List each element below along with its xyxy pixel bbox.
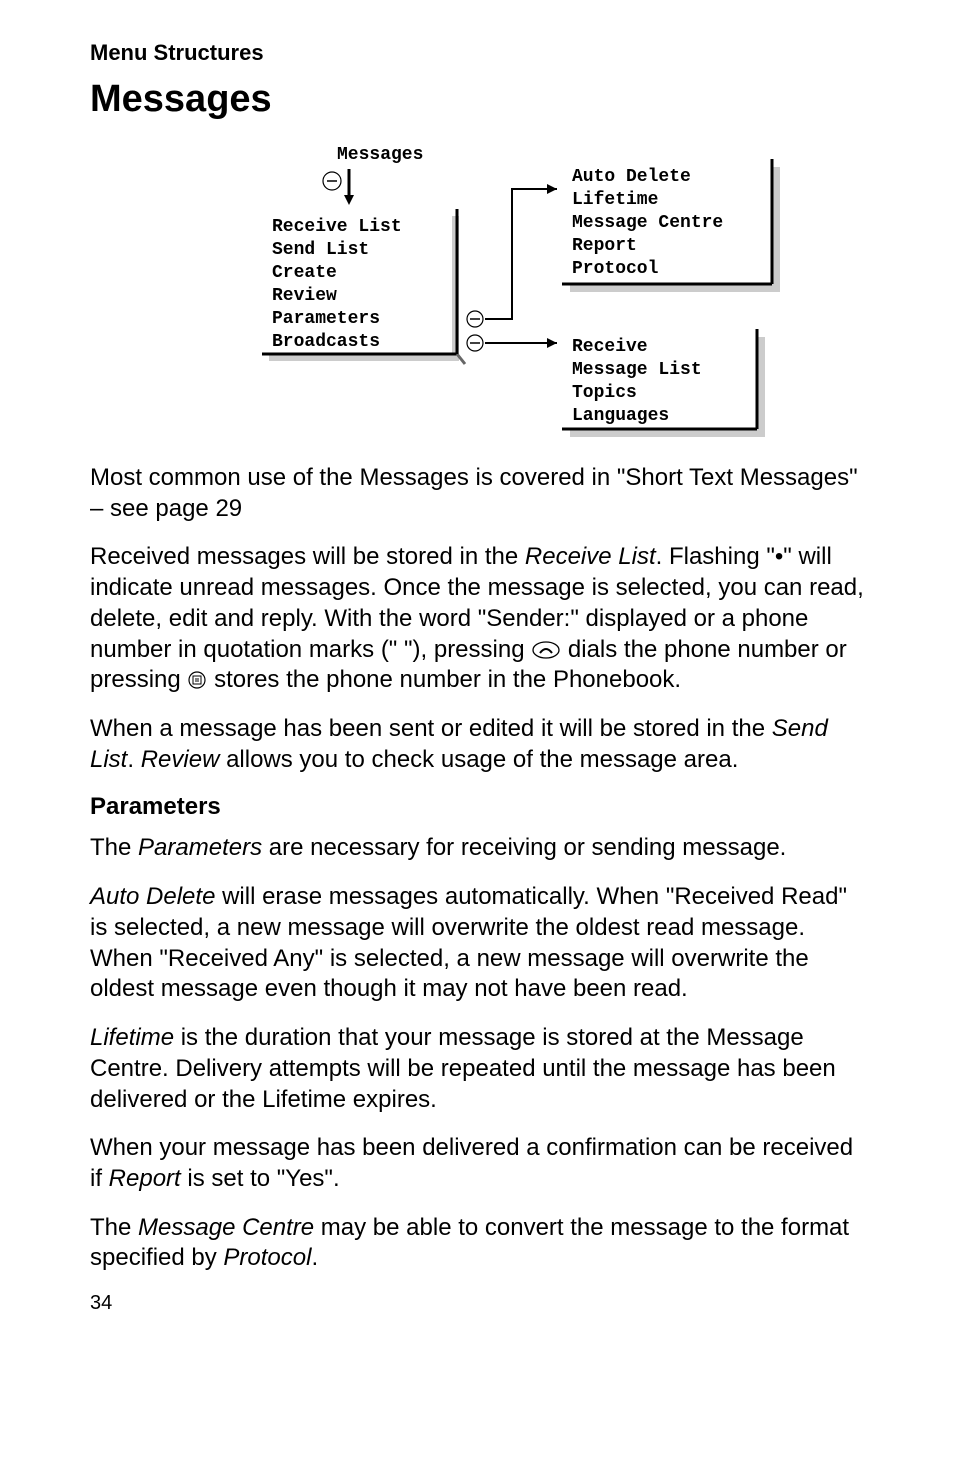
tr-item-3: Report <box>572 236 637 256</box>
p8-message-centre: Message Centre <box>138 1214 314 1241</box>
p8-text-e: . <box>311 1244 318 1271</box>
diagram-bottom-right-box: Receive Message List Topics Languages <box>562 329 765 437</box>
diagram-top-label: Messages <box>337 145 423 165</box>
p6-text-b: is the duration that your message is sto… <box>90 1024 836 1112</box>
messages-diagram: Messages Receive List Send List Create R… <box>157 139 797 439</box>
call-icon <box>531 640 561 660</box>
p2-text-a: Received messages will be stored in the <box>90 543 525 570</box>
paragraph-7: When your message has been delivered a c… <box>90 1133 864 1194</box>
p3-text-c: . <box>127 746 140 773</box>
p4-text-c: are necessary for receiving or sending m… <box>262 834 786 861</box>
select-icon-parameters <box>467 311 483 327</box>
tr-item-4: Protocol <box>572 259 659 279</box>
p8-protocol: Protocol <box>223 1244 311 1271</box>
p5-auto-delete: Auto Delete <box>90 883 215 910</box>
p3-text-e: allows you to check usage of the message… <box>219 746 738 773</box>
paragraph-1: Most common use of the Messages is cover… <box>90 463 864 524</box>
tr-item-1: Lifetime <box>572 190 658 210</box>
subhead-parameters: Parameters <box>90 793 864 821</box>
diagram-top-right-box: Auto Delete Lifetime Message Centre Repo… <box>562 159 780 292</box>
paragraph-8: The Message Centre may be able to conver… <box>90 1213 864 1274</box>
left-item-4: Parameters <box>272 309 380 329</box>
paragraph-4: The Parameters are necessary for receivi… <box>90 833 864 864</box>
left-item-1: Send List <box>272 240 369 260</box>
paragraph-5: Auto Delete will erase messages automati… <box>90 882 864 1005</box>
paragraph-2: Received messages will be stored in the … <box>90 542 864 696</box>
left-item-0: Receive List <box>272 217 402 237</box>
p4-text-a: The <box>90 834 138 861</box>
p6-lifetime: Lifetime <box>90 1024 174 1051</box>
page-header: Menu Structures <box>90 40 864 66</box>
br-item-3: Languages <box>572 406 669 426</box>
left-item-2: Create <box>272 263 337 283</box>
diagram-left-box: Receive List Send List Create Review Par… <box>262 209 465 364</box>
p4-parameters: Parameters <box>138 834 262 861</box>
select-icon <box>323 172 341 190</box>
page-number: 34 <box>90 1292 864 1315</box>
left-item-5: Broadcasts <box>272 332 380 352</box>
br-item-1: Message List <box>572 360 702 380</box>
select-icon-broadcasts <box>467 335 483 351</box>
br-item-0: Receive <box>572 337 648 357</box>
page-title: Messages <box>90 78 864 121</box>
p3-review: Review <box>141 746 220 773</box>
tr-item-2: Message Centre <box>572 213 723 233</box>
phonebook-icon <box>187 670 207 690</box>
br-item-2: Topics <box>572 383 637 403</box>
tr-item-0: Auto Delete <box>572 167 691 187</box>
paragraph-3: When a message has been sent or edited i… <box>90 714 864 775</box>
p2-receive-list: Receive List <box>525 543 656 570</box>
p3-text-a: When a message has been sent or edited i… <box>90 715 772 742</box>
p7-report: Report <box>109 1165 181 1192</box>
p2-text-e: stores the phone number in the Phonebook… <box>214 666 681 693</box>
paragraph-6: Lifetime is the duration that your messa… <box>90 1023 864 1115</box>
p8-text-a: The <box>90 1214 138 1241</box>
p7-text-c: is set to "Yes". <box>181 1165 340 1192</box>
left-item-3: Review <box>272 286 337 306</box>
